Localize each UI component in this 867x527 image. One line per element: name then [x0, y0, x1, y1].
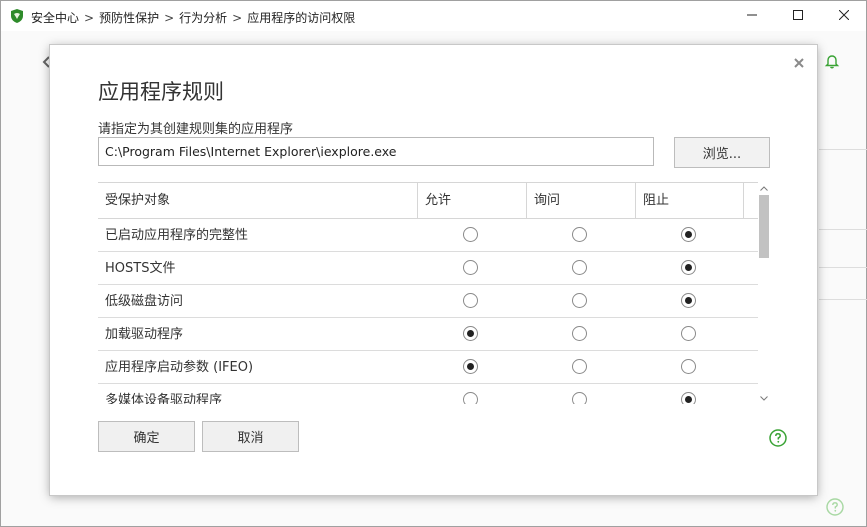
protected-object-name: 应用程序启动参数 (IFEO): [105, 360, 254, 375]
cancel-button[interactable]: 取消: [202, 421, 299, 452]
scroll-down-arrow-icon[interactable]: [758, 392, 770, 404]
radio-ask[interactable]: [572, 260, 587, 275]
protected-object-name: 低级磁盘访问: [105, 294, 184, 309]
table-body: 已启动应用程序的完整性 HOSTS文件 低级磁盘访问 加载驱动程序应用程序启动参数 (…: [98, 219, 758, 404]
radio-block[interactable]: [681, 227, 696, 242]
radio-block[interactable]: [681, 326, 696, 341]
protected-object-name: HOSTS文件: [105, 261, 176, 276]
divider: [819, 149, 867, 150]
radio-allow[interactable]: [463, 392, 478, 404]
column-header-allow: 允许: [417, 183, 526, 218]
application-path-input[interactable]: [98, 137, 654, 166]
radio-allow[interactable]: [463, 293, 478, 308]
radio-allow[interactable]: [463, 227, 478, 242]
table-header: 受保护对象 允许 询问 阻止: [98, 182, 758, 219]
bell-icon[interactable]: [824, 53, 840, 73]
breadcrumb-item[interactable]: 预防性保护: [99, 11, 159, 25]
breadcrumb-separator: >: [164, 11, 175, 25]
maximize-button[interactable]: [775, 1, 821, 31]
divider: [819, 267, 867, 268]
radio-ask[interactable]: [572, 326, 587, 341]
application-path-label: 请指定为其创建规则集的应用程序: [98, 122, 294, 137]
radio-ask[interactable]: [572, 392, 587, 404]
breadcrumb-item-current: 应用程序的访问权限: [247, 11, 356, 25]
breadcrumb-item[interactable]: 安全中心: [31, 11, 79, 25]
table-row: 低级磁盘访问: [98, 285, 758, 318]
radio-allow[interactable]: [463, 359, 478, 374]
radio-block[interactable]: [681, 293, 696, 308]
column-header-ask: 询问: [526, 183, 635, 218]
radio-block[interactable]: [681, 359, 696, 374]
protected-objects-table: 受保护对象 允许 询问 阻止 已启动应用程序的完整性 HOSTS文件 低级磁盘访问加…: [98, 182, 758, 404]
table-scrollbar[interactable]: [758, 182, 770, 404]
maximize-icon: [793, 9, 803, 24]
radio-block[interactable]: [681, 392, 696, 404]
table-row: 应用程序启动参数 (IFEO): [98, 351, 758, 384]
radio-allow[interactable]: [463, 326, 478, 341]
protected-object-name: 加载驱动程序: [105, 327, 184, 342]
radio-allow[interactable]: [463, 260, 478, 275]
help-icon[interactable]: [769, 429, 787, 451]
table-row: 加载驱动程序: [98, 318, 758, 351]
shield-logo-icon: [9, 8, 25, 24]
breadcrumb-separator: >: [232, 11, 243, 25]
close-icon: [838, 9, 850, 24]
browse-button[interactable]: 浏览...: [674, 137, 770, 168]
divider: [819, 229, 867, 230]
radio-block[interactable]: [681, 260, 696, 275]
window-close-button[interactable]: [821, 1, 867, 31]
dialog-close-button[interactable]: [791, 55, 807, 71]
table-row: 多媒体设备驱动程序: [98, 384, 758, 404]
protected-object-name: 多媒体设备驱动程序: [105, 393, 223, 404]
column-header-block: 阻止: [635, 183, 744, 218]
breadcrumb-item[interactable]: 行为分析: [179, 11, 227, 25]
minimize-icon: [747, 9, 757, 24]
help-icon[interactable]: [826, 498, 844, 520]
breadcrumb-separator: >: [84, 11, 95, 25]
close-icon: [794, 58, 804, 68]
protected-object-name: 已启动应用程序的完整性: [105, 228, 249, 243]
radio-ask[interactable]: [572, 359, 587, 374]
scroll-up-arrow-icon[interactable]: [758, 182, 770, 194]
dialog-title: 应用程序规则: [98, 80, 224, 104]
ok-button[interactable]: 确定: [98, 421, 195, 452]
title-bar: 安全中心 > 预防性保护 > 行为分析 > 应用程序的访问权限: [1, 1, 866, 31]
breadcrumb: 安全中心 > 预防性保护 > 行为分析 > 应用程序的访问权限: [31, 9, 355, 26]
table-row: HOSTS文件: [98, 252, 758, 285]
divider: [819, 299, 867, 300]
scroll-thumb[interactable]: [759, 195, 769, 258]
application-rules-dialog: 应用程序规则 请指定为其创建规则集的应用程序 浏览... 受保护对象 允许 询问…: [50, 45, 817, 495]
column-header-protected-object: 受保护对象: [105, 193, 171, 208]
radio-ask[interactable]: [572, 293, 587, 308]
table-row: 已启动应用程序的完整性: [98, 219, 758, 252]
radio-ask[interactable]: [572, 227, 587, 242]
back-arrow-icon[interactable]: [42, 56, 50, 72]
minimize-button[interactable]: [729, 1, 775, 31]
